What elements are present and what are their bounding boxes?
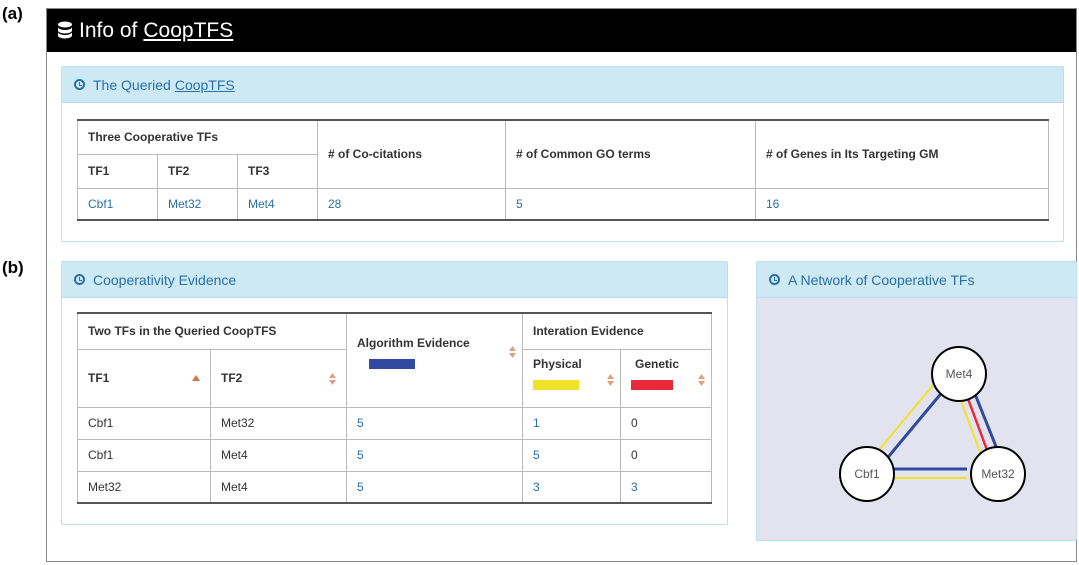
- clock-icon: [74, 274, 85, 285]
- go-terms-header: # of Common GO terms: [505, 119, 756, 189]
- genes-cell[interactable]: 16: [755, 187, 1049, 221]
- queried-cooptfs-header: The Queried CoopTFS: [62, 67, 1063, 103]
- figure-label-a: (a): [2, 4, 23, 23]
- page-title-link[interactable]: CoopTFS: [143, 19, 233, 43]
- sort-icon[interactable]: [329, 373, 336, 385]
- tf2-cell: Met4: [210, 470, 347, 504]
- clock-icon: [769, 274, 780, 285]
- network-graph[interactable]: Met4 Cbf1 Met32: [757, 298, 1076, 540]
- genetic-color-swatch: [631, 379, 673, 390]
- genetic-cell[interactable]: 3: [620, 470, 712, 504]
- node-met4[interactable]: Met4: [931, 346, 987, 402]
- physical-cell[interactable]: 1: [522, 406, 621, 440]
- table-row: Cbf1 Met32 Met4 28 5 16: [77, 187, 1049, 221]
- cooperativity-evidence-header: Cooperativity Evidence: [62, 262, 727, 298]
- algorithm-evidence-header[interactable]: Algorithm Evidence: [346, 312, 523, 408]
- tf3-header: TF3: [237, 153, 318, 189]
- table-row: Cbf1 Met4 5 5 0: [77, 438, 712, 472]
- tf1-header[interactable]: TF1: [77, 348, 211, 408]
- three-tfs-header: Three Cooperative TFs: [77, 119, 318, 155]
- node-label: Met32: [981, 467, 1015, 481]
- clock-icon: [74, 79, 85, 90]
- tf1-header: TF1: [77, 153, 158, 189]
- evidence-table: Two TFs in the Queried CoopTFS Algorithm…: [77, 312, 712, 504]
- panel-title-prefix: The Queried: [93, 76, 171, 93]
- sort-ascending-icon[interactable]: [192, 375, 200, 381]
- interaction-evidence-header: Interation Evidence: [522, 312, 712, 350]
- network-header: A Network of Cooperative TFs: [757, 262, 1076, 298]
- algorithm-color-swatch: [369, 359, 415, 370]
- tf2-header[interactable]: TF2: [210, 348, 347, 408]
- tf1-cell: Met32: [77, 470, 211, 504]
- physical-header-label: Physical: [533, 357, 582, 371]
- node-met32[interactable]: Met32: [970, 446, 1026, 502]
- tf2-cell: Met32: [210, 406, 347, 440]
- table-header-row: Three Cooperative TFs # of Co-citations …: [77, 119, 1049, 189]
- sort-icon[interactable]: [509, 346, 516, 358]
- network-panel: A Network of Cooperative TFs Met4 Cbf1 M…: [756, 261, 1077, 541]
- physical-cell[interactable]: 5: [522, 438, 621, 472]
- genetic-header-label: Genetic: [635, 357, 680, 371]
- physical-color-swatch: [533, 379, 579, 390]
- queried-cooptfs-panel: The Queried CoopTFS Three Cooperative TF…: [61, 66, 1064, 242]
- tf2-cell[interactable]: Met32: [157, 187, 238, 221]
- genetic-header[interactable]: Genetic: [620, 348, 712, 408]
- cooptfs-table: Three Cooperative TFs # of Co-citations …: [77, 119, 1049, 221]
- panel-title: Cooperativity Evidence: [93, 271, 237, 288]
- algorithm-cell[interactable]: 5: [346, 470, 523, 504]
- table-row: Cbf1 Met32 5 1 0: [77, 406, 712, 440]
- genes-header: # of Genes in Its Targeting GM: [755, 119, 1049, 189]
- cooperativity-evidence-panel: Cooperativity Evidence Two TFs in the Qu…: [61, 261, 728, 525]
- tf1-cell[interactable]: Cbf1: [77, 187, 158, 221]
- panel-title-link[interactable]: CoopTFS: [175, 77, 235, 93]
- table-header-row: Two TFs in the Queried CoopTFS Algorithm…: [77, 312, 712, 408]
- app-window: Info of CoopTFS The Queried CoopTFS Thre…: [46, 8, 1077, 562]
- algorithm-evidence-label: Algorithm Evidence: [357, 336, 470, 351]
- cocitations-header: # of Co-citations: [317, 119, 506, 189]
- database-icon: [58, 21, 72, 38]
- physical-cell[interactable]: 3: [522, 470, 621, 504]
- tf1-cell: Cbf1: [77, 438, 211, 472]
- go-terms-cell[interactable]: 5: [505, 187, 756, 221]
- node-cbf1[interactable]: Cbf1: [839, 446, 895, 502]
- tf3-cell[interactable]: Met4: [237, 187, 318, 221]
- tf1-header-label: TF1: [88, 371, 110, 385]
- two-tfs-header: Two TFs in the Queried CoopTFS: [77, 312, 347, 350]
- sort-icon[interactable]: [607, 373, 614, 386]
- page-title-prefix: Info of: [79, 18, 138, 42]
- table-row: Met32 Met4 5 3 3: [77, 470, 712, 504]
- cocitations-cell[interactable]: 28: [317, 187, 506, 221]
- edge-met4-cbf1-algorithm: [877, 383, 951, 469]
- sort-icon[interactable]: [698, 373, 705, 386]
- tf1-cell: Cbf1: [77, 406, 211, 440]
- title-bar: Info of CoopTFS: [47, 9, 1076, 52]
- genetic-cell: 0: [620, 438, 712, 472]
- algorithm-cell[interactable]: 5: [346, 406, 523, 440]
- tf2-header-label: TF2: [221, 371, 243, 385]
- node-label: Met4: [946, 367, 973, 381]
- tf2-header: TF2: [157, 153, 238, 189]
- physical-header[interactable]: Physical: [522, 348, 621, 408]
- genetic-cell: 0: [620, 406, 712, 440]
- panel-title: A Network of Cooperative TFs: [788, 271, 975, 288]
- algorithm-cell[interactable]: 5: [346, 438, 523, 472]
- figure-label-b: (b): [2, 258, 24, 277]
- node-label: Cbf1: [854, 467, 880, 481]
- tf2-cell: Met4: [210, 438, 347, 472]
